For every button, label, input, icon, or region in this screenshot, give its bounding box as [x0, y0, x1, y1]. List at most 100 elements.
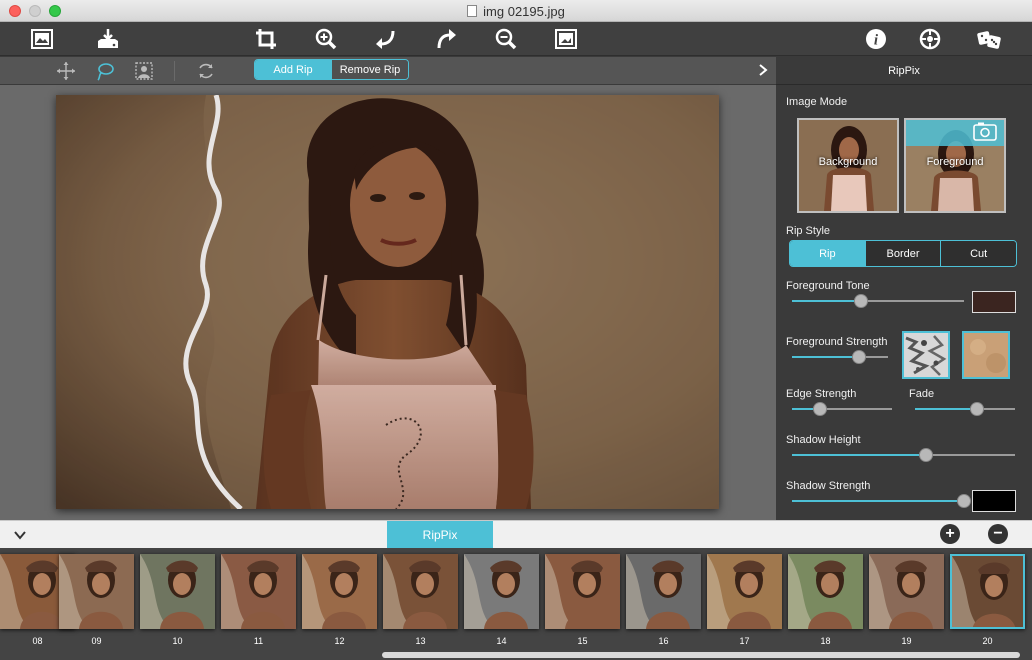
preset-thumbnail[interactable]	[788, 554, 863, 629]
window-title-text: img 02195.jpg	[483, 4, 565, 19]
add-rip-button[interactable]: Add Rip	[255, 60, 331, 79]
rip-mode-segmented-control: Add Rip Remove Rip	[254, 59, 409, 80]
preset-thumbnail-image	[302, 554, 377, 629]
fit-image-button[interactable]	[552, 25, 580, 53]
rippix-panel: Image Mode Background Foreground Rip Sty…	[776, 85, 1032, 520]
preset-thumbnail[interactable]	[545, 554, 620, 629]
shadow-height-label: Shadow Height	[786, 434, 861, 446]
foreground-strength-label: Foreground Strength	[786, 336, 888, 348]
zoom-in-button[interactable]	[312, 25, 340, 53]
panel-title: RipPix	[888, 65, 920, 77]
photo-image	[56, 95, 719, 509]
fit-image-icon	[555, 29, 577, 49]
rip-style-cut-button[interactable]: Cut	[940, 241, 1016, 266]
shadow-height-slider[interactable]	[792, 448, 1015, 462]
preset-number-label: 10	[172, 636, 183, 646]
foreground-mode-thumbnail[interactable]: Foreground	[904, 118, 1006, 213]
paper-texture-thumbnail[interactable]	[962, 331, 1010, 379]
slider-knob[interactable]	[957, 494, 971, 508]
preset-thumbnail[interactable]	[302, 554, 377, 629]
rip-style-segmented-control: Rip Border Cut	[789, 240, 1017, 267]
preset-number-label: 09	[91, 636, 102, 646]
slider-knob[interactable]	[970, 402, 984, 416]
undo-icon	[376, 30, 395, 49]
preset-thumbnail-image	[626, 554, 701, 629]
remove-preset-button[interactable]: −	[988, 524, 1008, 544]
foreground-tone-slider[interactable]	[792, 294, 964, 308]
open-image-button[interactable]	[28, 25, 56, 53]
slider-knob[interactable]	[918, 448, 933, 462]
preset-thumbnail[interactable]	[707, 554, 782, 629]
rip-style-label: Rip Style	[786, 225, 831, 237]
rippix-tab[interactable]: RipPix	[387, 521, 493, 549]
crop-icon	[256, 29, 276, 49]
zoom-out-button[interactable]	[492, 25, 520, 53]
undo-button[interactable]	[371, 25, 399, 53]
random-effect-button[interactable]	[975, 25, 1003, 53]
filmstrip-scrollbar[interactable]	[382, 652, 1020, 658]
preset-thumbnail[interactable]	[950, 554, 1025, 629]
main-photo[interactable]	[56, 95, 719, 509]
grunge-texture-thumbnail[interactable]	[902, 331, 950, 379]
foreground-caption: Foreground	[926, 156, 984, 168]
chevron-right-icon[interactable]	[756, 62, 770, 78]
preset-number-label: 20	[982, 636, 993, 646]
info-button[interactable]: i	[862, 25, 890, 53]
lasso-icon	[97, 63, 114, 81]
slider-knob[interactable]	[853, 294, 868, 308]
preset-thumbnail[interactable]	[869, 554, 944, 629]
background-mode-thumbnail[interactable]: Background	[797, 118, 899, 213]
preset-thumbnail[interactable]	[464, 554, 539, 629]
shadow-strength-slider[interactable]	[792, 494, 971, 508]
slider-fill	[792, 300, 861, 302]
crop-button[interactable]	[252, 25, 280, 53]
preset-thumbnail[interactable]	[59, 554, 134, 629]
preset-thumbnail-image	[59, 554, 134, 629]
chevron-down-icon[interactable]	[13, 528, 27, 542]
dice-icon	[977, 31, 1001, 49]
preset-thumbnail[interactable]	[140, 554, 215, 629]
foreground-strength-slider[interactable]	[792, 350, 888, 364]
slider-knob[interactable]	[813, 402, 827, 416]
preset-number-label: 15	[577, 636, 588, 646]
rip-style-rip-button[interactable]: Rip	[790, 241, 865, 266]
fade-slider[interactable]	[915, 402, 1015, 416]
portrait-select-icon	[135, 62, 153, 80]
reset-button[interactable]	[194, 59, 218, 83]
preset-number-label: 13	[415, 636, 426, 646]
preset-number-label: 19	[901, 636, 912, 646]
preset-thumbnail-image	[221, 554, 296, 629]
preset-thumbnail[interactable]	[383, 554, 458, 629]
preset-thumbnail-image	[788, 554, 863, 629]
slider-knob[interactable]	[852, 350, 867, 364]
canvas-area	[0, 85, 776, 520]
lasso-tool-button[interactable]	[93, 59, 117, 83]
add-preset-button[interactable]: +	[940, 524, 960, 544]
preset-thumbnail-image	[869, 554, 944, 629]
save-icon	[98, 29, 118, 48]
preset-thumbnail-image	[383, 554, 458, 629]
preset-thumbnail-image	[952, 556, 1023, 627]
title-bar: img 02195.jpg	[0, 0, 1032, 22]
edge-strength-label: Edge Strength	[786, 388, 857, 400]
shadow-color-swatch[interactable]	[972, 490, 1016, 512]
settings-button[interactable]	[916, 25, 944, 53]
foreground-tone-color-swatch[interactable]	[972, 291, 1016, 313]
shadow-strength-label: Shadow Strength	[786, 480, 871, 492]
grunge-texture-image	[904, 333, 948, 377]
save-button[interactable]	[94, 25, 122, 53]
edge-strength-slider[interactable]	[792, 402, 892, 416]
document-icon	[467, 5, 478, 17]
portrait-select-button[interactable]	[132, 59, 156, 83]
zoom-out-icon	[495, 28, 517, 50]
preset-thumbnail[interactable]	[626, 554, 701, 629]
fade-label: Fade	[909, 388, 935, 400]
move-tool-button[interactable]	[54, 59, 78, 83]
window-title: img 02195.jpg	[0, 4, 1032, 19]
redo-button[interactable]	[432, 25, 460, 53]
foreground-tone-label: Foreground Tone	[786, 280, 870, 292]
rip-style-border-button[interactable]: Border	[864, 241, 941, 266]
preset-thumbnail[interactable]	[221, 554, 296, 629]
zoom-in-icon	[315, 28, 337, 50]
remove-rip-button[interactable]: Remove Rip	[331, 60, 408, 79]
